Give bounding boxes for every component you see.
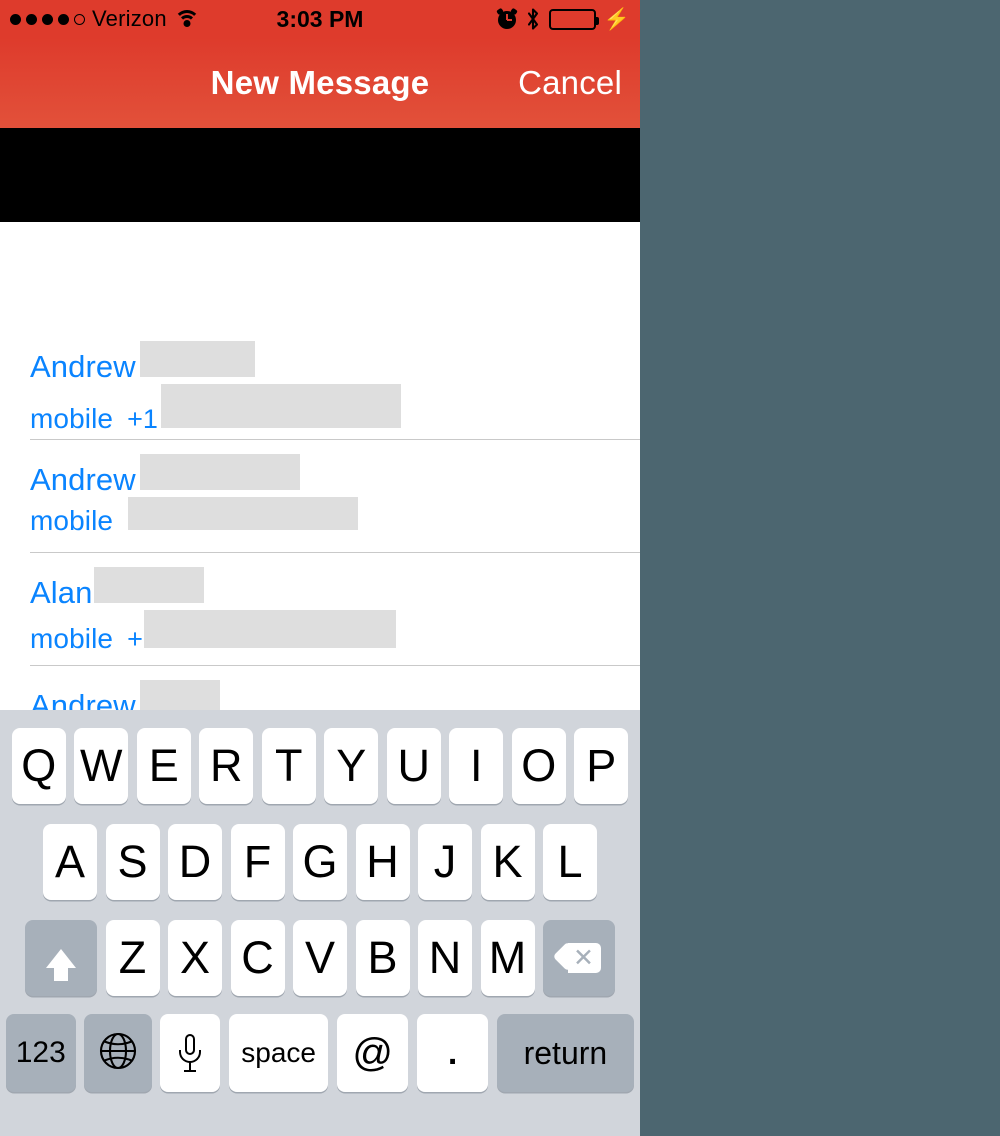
contact-phone-label: mobile (30, 623, 114, 654)
list-separator (30, 439, 640, 440)
contact-phone-line: mobile + (30, 610, 396, 655)
contact-first-name: Andrew (30, 349, 136, 384)
contact-phone-redaction (143, 610, 396, 648)
on-screen-keyboard[interactable]: Q W E R T Y U I O P A S D F G H J K L Z (0, 710, 640, 1136)
key-w[interactable]: W (74, 728, 129, 804)
key-y[interactable]: Y (324, 728, 379, 804)
phone-screenshot: Verizon 3:03 PM ⚡ New Message Cancel And… (0, 0, 640, 1136)
shift-key[interactable] (25, 920, 97, 996)
key-r[interactable]: R (199, 728, 254, 804)
key-a[interactable]: A (43, 824, 97, 900)
key-c[interactable]: C (230, 920, 285, 996)
key-j[interactable]: J (418, 824, 472, 900)
contact-name-line: Alan (30, 567, 205, 611)
backspace-icon: ✕ (552, 941, 601, 973)
key-l[interactable]: L (543, 824, 597, 900)
list-item[interactable]: Andrew mobile +1 (0, 326, 640, 439)
key-g[interactable]: G (293, 824, 347, 900)
key-p[interactable]: P (574, 728, 629, 804)
cancel-button[interactable]: Cancel (518, 64, 622, 102)
contact-last-name-redaction (139, 454, 300, 490)
contact-first-name: Alan (30, 575, 93, 610)
keyboard-row-1: Q W E R T Y U I O P (0, 728, 640, 804)
key-x[interactable]: X (168, 920, 222, 996)
globe-icon (98, 1031, 138, 1076)
contact-phone-line: mobile (30, 497, 359, 537)
contact-first-name: Andrew (30, 462, 136, 497)
backspace-key[interactable]: ✕ (543, 920, 615, 996)
alarm-clock-icon (495, 7, 518, 29)
key-f[interactable]: F (230, 824, 285, 900)
list-item[interactable]: Alan mobile + (0, 552, 640, 665)
battery-icon (548, 8, 599, 30)
keyboard-row-2: A S D F G H J K L (0, 824, 640, 900)
microphone-icon (179, 1034, 202, 1072)
list-top-spacer (0, 222, 640, 326)
key-b[interactable]: B (355, 920, 410, 996)
key-m[interactable]: M (480, 920, 535, 996)
contact-phone-line: mobile +1 (30, 384, 401, 435)
contact-phone-redaction (160, 384, 401, 428)
period-key[interactable]: . (416, 1014, 489, 1092)
key-v[interactable]: V (293, 920, 347, 996)
black-redaction-band (0, 128, 640, 222)
contact-phone-label: mobile (30, 505, 114, 536)
list-item[interactable]: Andrew mobile (0, 439, 640, 552)
navigation-bar: New Message Cancel (0, 38, 640, 128)
contact-phone-prefix: +1 (127, 404, 158, 434)
bluetooth-icon (526, 8, 540, 30)
globe-key[interactable] (84, 1014, 152, 1092)
key-t[interactable]: T (261, 728, 316, 804)
dictation-key[interactable] (160, 1014, 221, 1092)
numbers-key[interactable]: 123 (6, 1014, 76, 1092)
space-key[interactable]: space (228, 1014, 329, 1092)
key-i[interactable]: I (449, 728, 504, 804)
keyboard-row-3: Z X C V B N M ✕ (0, 920, 640, 996)
status-bar: Verizon 3:03 PM ⚡ (0, 0, 640, 38)
status-bar-right: ⚡ (495, 7, 630, 31)
page-title: New Message (210, 64, 430, 101)
lightning-bolt-icon: ⚡ (603, 7, 630, 31)
annotation-panel: Seems to be same offset above and below (640, 0, 1000, 1136)
key-d[interactable]: D (168, 824, 222, 900)
list-separator (30, 552, 640, 553)
contact-name-line: Andrew (30, 341, 255, 385)
key-k[interactable]: K (480, 824, 535, 900)
shift-arrow-icon (46, 948, 76, 981)
contact-phone-label: mobile (30, 403, 114, 434)
key-q[interactable]: Q (11, 728, 66, 804)
contact-results-list[interactable]: Andrew mobile +1 Andrew mobile Alan mobi… (0, 222, 640, 723)
return-key[interactable]: return (496, 1014, 634, 1092)
contact-last-name-redaction (139, 341, 255, 377)
key-z[interactable]: Z (105, 920, 160, 996)
list-separator (30, 665, 640, 666)
key-s[interactable]: S (105, 824, 160, 900)
key-o[interactable]: O (511, 728, 566, 804)
at-sign-key[interactable]: @ (336, 1014, 409, 1092)
keyboard-row-4: 123 space @ . return (0, 1014, 640, 1092)
contact-last-name-redaction (94, 567, 205, 603)
contact-phone-redaction (128, 497, 359, 530)
contact-phone-prefix: + (127, 624, 143, 654)
key-h[interactable]: H (355, 824, 410, 900)
key-n[interactable]: N (418, 920, 472, 996)
key-u[interactable]: U (386, 728, 441, 804)
key-e[interactable]: E (136, 728, 191, 804)
contact-name-line: Andrew (30, 454, 300, 498)
